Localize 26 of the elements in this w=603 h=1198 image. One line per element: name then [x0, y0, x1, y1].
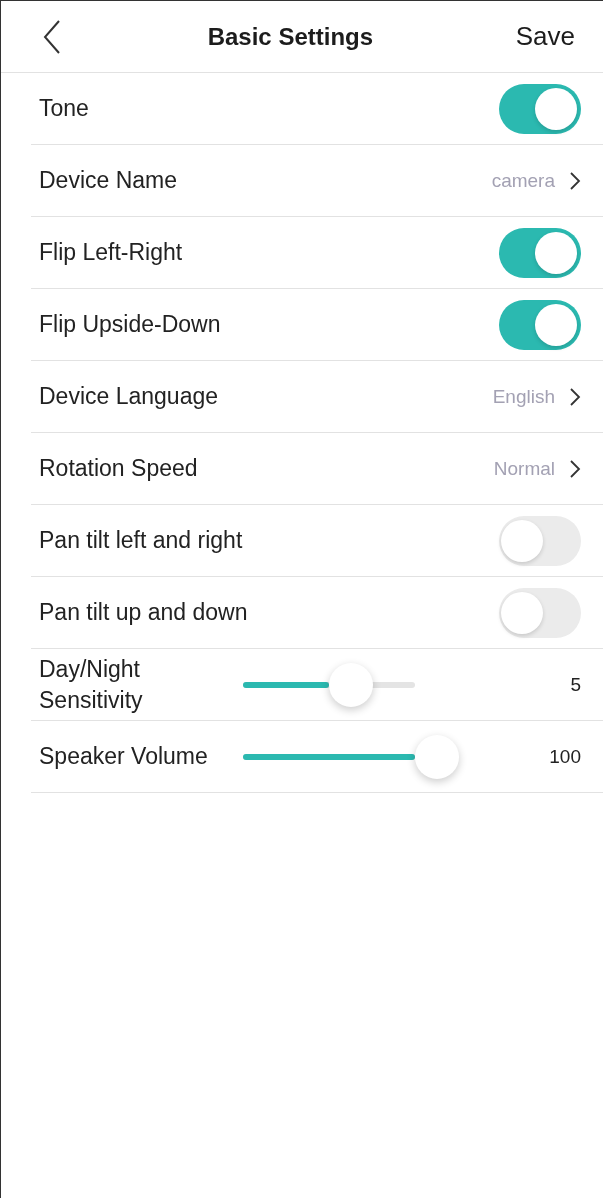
setting-label: Flip Upside-Down [39, 310, 222, 339]
setting-label: Device Name [39, 166, 179, 195]
toggle-switch[interactable] [499, 515, 581, 566]
setting-value: English [492, 385, 555, 408]
slider-reading: 100 [548, 745, 581, 768]
toggle-switch[interactable] [499, 83, 581, 134]
setting-label: Tone [39, 94, 90, 123]
save-button[interactable]: Save [515, 21, 575, 52]
chevron-right-icon [569, 386, 581, 407]
page-title: Basic Settings [207, 22, 374, 51]
slider-reading: 5 [569, 673, 581, 696]
setting-label: Pan tilt up and down [39, 598, 249, 627]
chevron-right-icon [569, 170, 581, 191]
setting-label: Pan tilt left and right [39, 526, 244, 555]
toggle-switch[interactable] [499, 587, 581, 638]
setting-label: Device Language [39, 382, 220, 411]
slider[interactable] [243, 733, 459, 780]
toggle-switch[interactable] [499, 227, 581, 278]
setting-label: Flip Left-Right [39, 238, 184, 267]
setting-value: camera [491, 169, 555, 192]
setting-value: Normal [493, 457, 555, 480]
toggle-switch[interactable] [499, 299, 581, 350]
setting-label: Day/Night Sensitivity [39, 654, 144, 715]
chevron-right-icon [569, 458, 581, 479]
setting-label: Rotation Speed [39, 454, 199, 483]
setting-label: Speaker Volume [39, 742, 209, 771]
